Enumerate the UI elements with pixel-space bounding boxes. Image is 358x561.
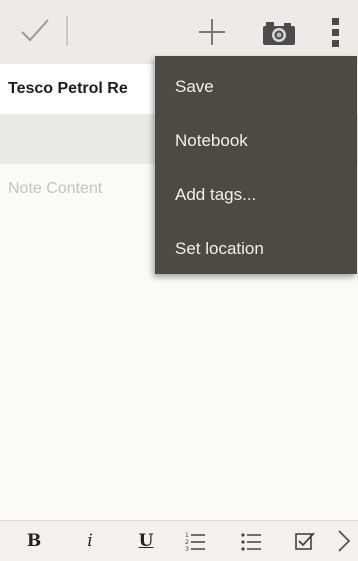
svg-text:1: 1 [185, 532, 189, 539]
overflow-menu-icon[interactable] [326, 14, 346, 50]
toolbar-divider [66, 16, 68, 46]
note-title: Tesco Petrol Re [8, 80, 128, 97]
chevron-right-icon[interactable] [336, 529, 352, 553]
italic-button[interactable]: i [80, 529, 100, 553]
bulleted-list-icon[interactable] [240, 529, 262, 553]
numbered-list-icon[interactable]: 1 2 3 [184, 529, 206, 553]
underline-button[interactable]: U [136, 529, 156, 553]
overflow-menu: Save Notebook Add tags... Set location [155, 56, 357, 274]
menu-item-save[interactable]: Save [155, 60, 357, 114]
checkbox-icon[interactable] [294, 529, 316, 553]
checkmark-icon[interactable] [18, 14, 52, 48]
formatting-toolbar: B i U 1 2 3 [0, 520, 358, 561]
menu-item-add-tags[interactable]: Add tags... [155, 168, 357, 222]
svg-text:3: 3 [185, 546, 189, 553]
svg-text:2: 2 [185, 539, 189, 546]
menu-item-set-location[interactable]: Set location [155, 222, 357, 276]
bold-button[interactable]: B [24, 529, 44, 553]
note-content-placeholder: Note Content [8, 180, 103, 197]
camera-icon[interactable] [262, 20, 296, 46]
plus-icon[interactable] [196, 16, 228, 48]
menu-item-notebook[interactable]: Notebook [155, 114, 357, 168]
